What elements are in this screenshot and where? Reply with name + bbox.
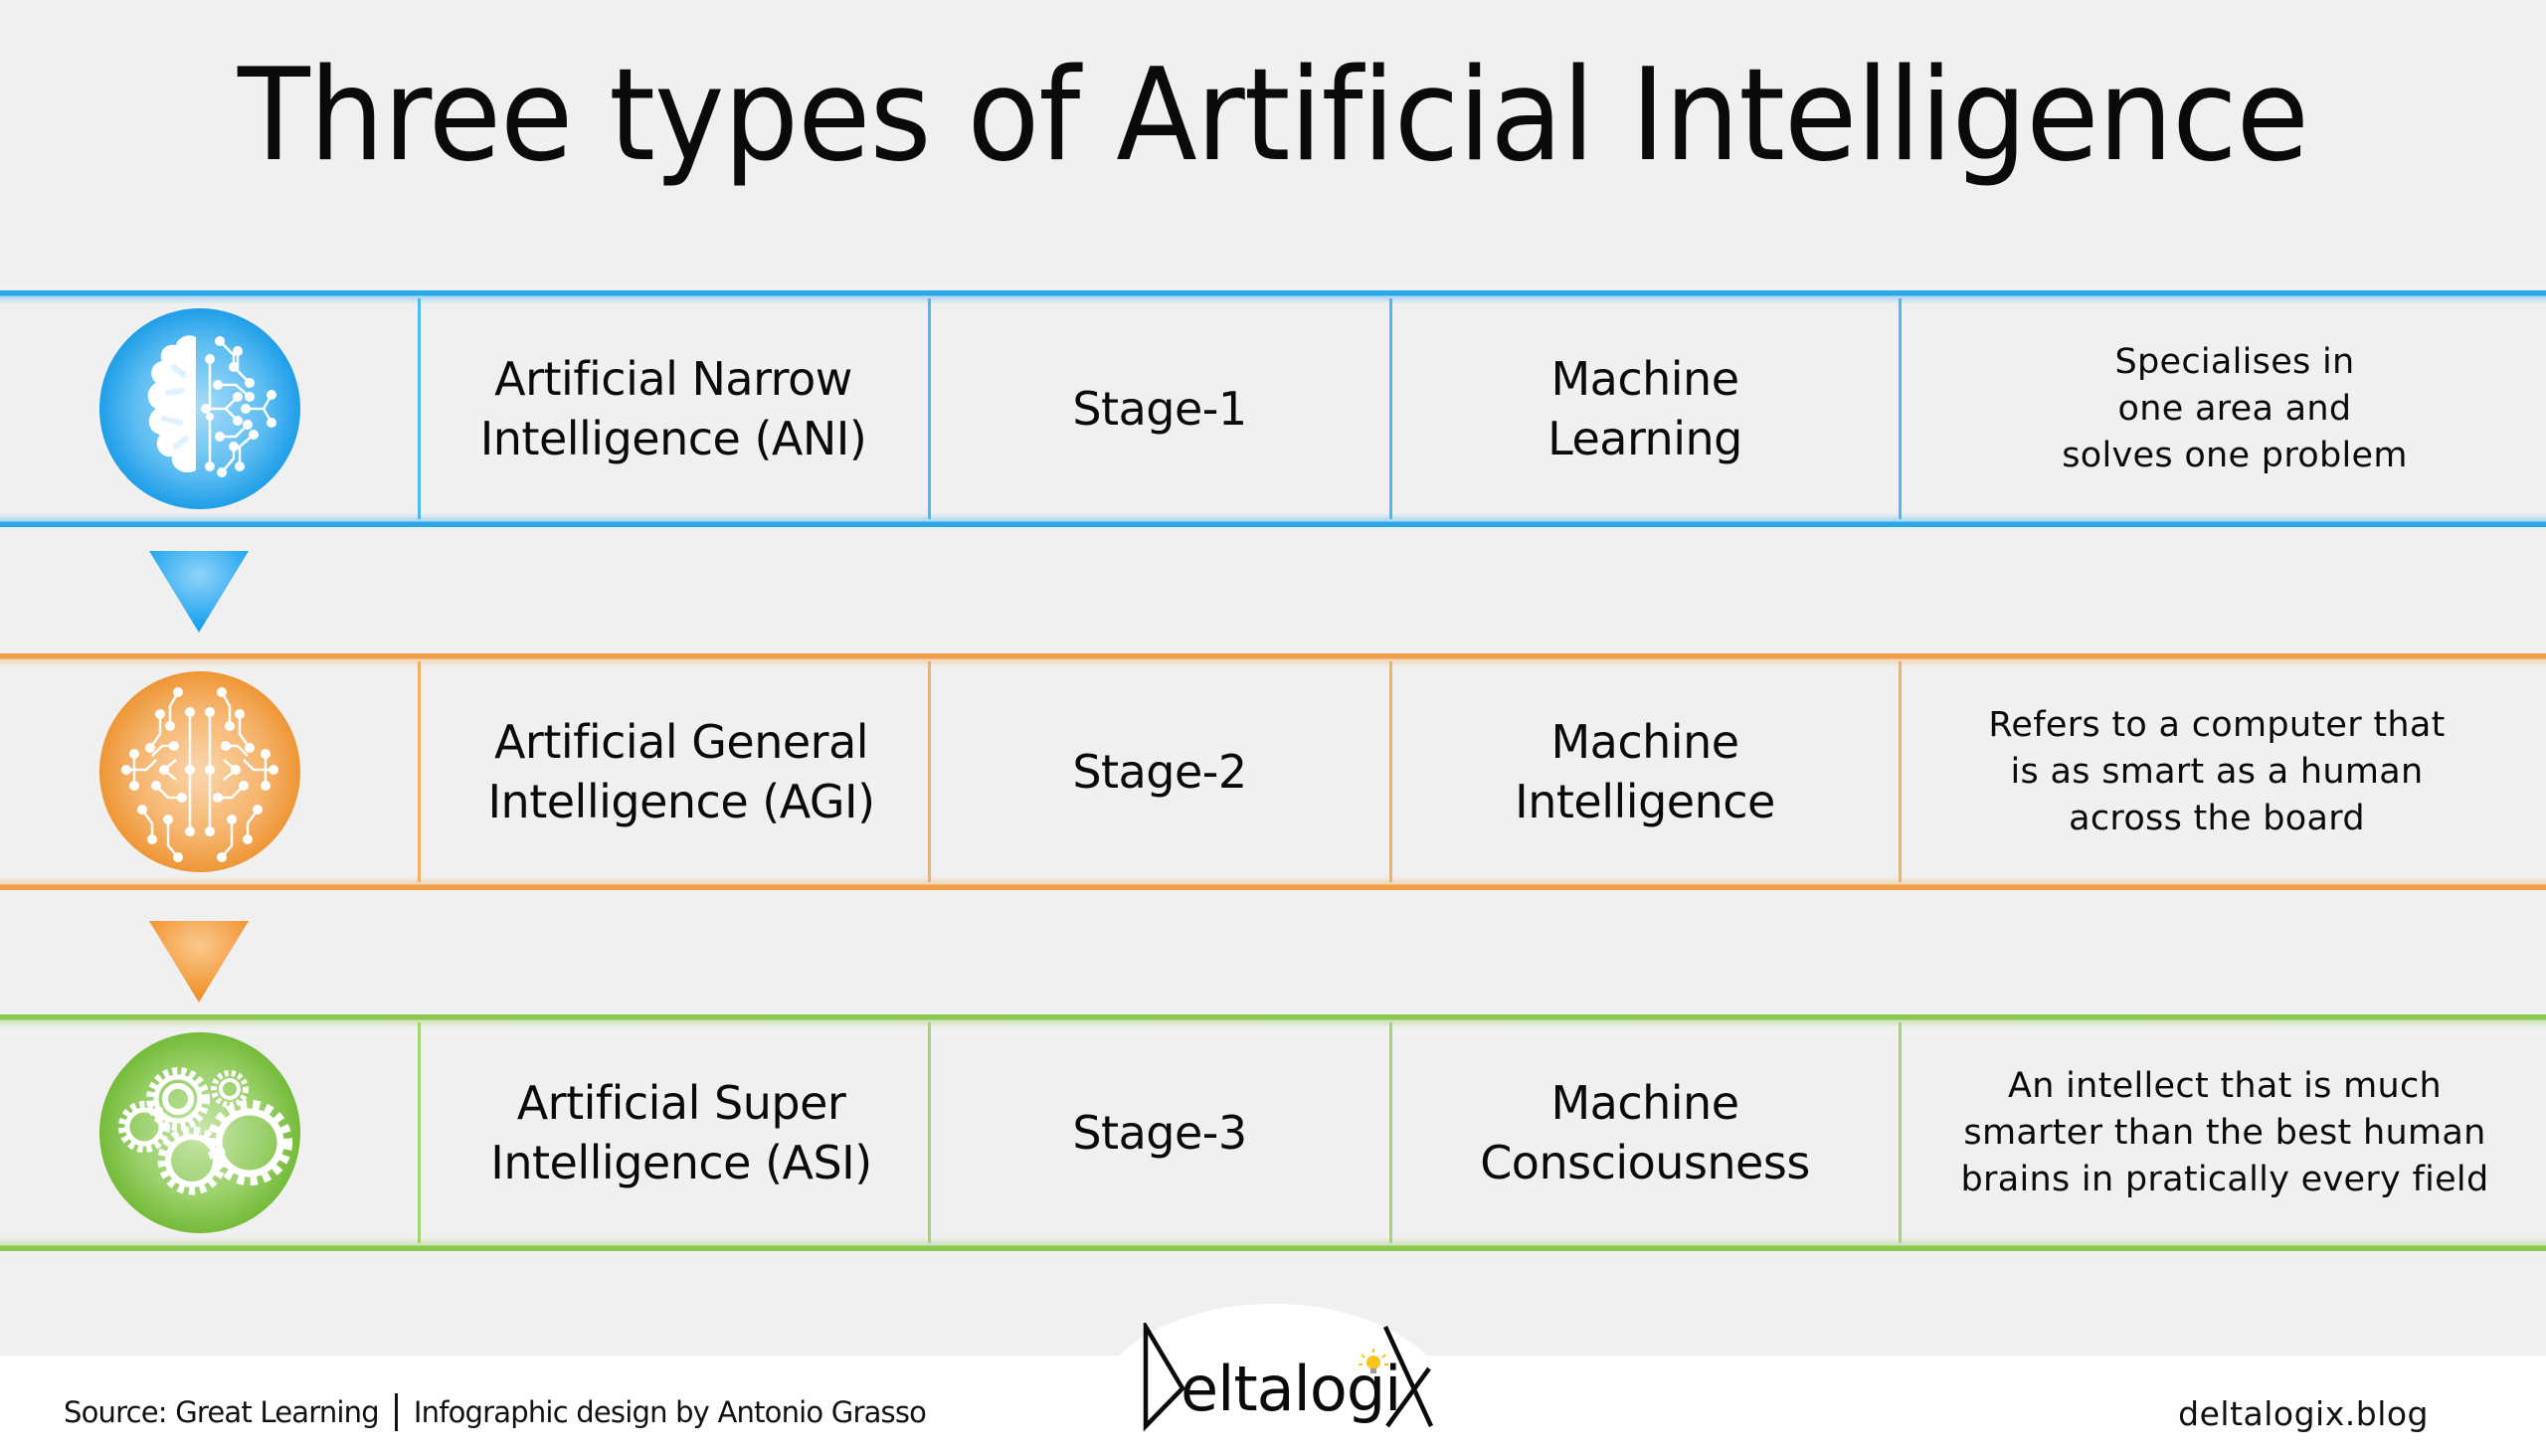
description-cell: An intellect that is much smarter than t… (1902, 1014, 2546, 1251)
ai-type-name: Artificial Super Intelligence (ASI) (490, 1076, 872, 1189)
ai-type-row-agi: Artificial General Intelligence (AGI) St… (0, 653, 2546, 890)
brain-circuit-icon (99, 308, 300, 509)
category-label: Machine Consciousness (1480, 1076, 1810, 1189)
description-text: An intellect that is much smarter than t… (1960, 1065, 2489, 1199)
ai-type-name-cell: Artificial Super Intelligence (ASI) (419, 1014, 944, 1251)
ai-type-name: Artificial Narrow Intelligence (ANI) (479, 352, 867, 465)
description-cell: Specialises in one area and solves one p… (1902, 290, 2546, 527)
footer-credits: Source: Great Learning Infographic desig… (64, 1392, 927, 1432)
category-cell: Machine Intelligence (1391, 653, 1899, 890)
deltalogix-logo: Deltalogix eltalogi (1143, 1323, 1434, 1432)
stage-cell: Stage-2 (929, 653, 1390, 890)
description-text: Refers to a computer that is as smart as… (1988, 704, 2446, 838)
page-title: Three types of Artificial Intelligence (238, 42, 2309, 190)
down-triangle-icon (149, 551, 249, 633)
category-label: Machine Learning (1547, 352, 1742, 465)
website-link[interactable]: deltalogix.blog (2178, 1392, 2429, 1436)
ai-type-name-cell: Artificial General Intelligence (AGI) (419, 653, 944, 890)
ai-type-row-ani: Artificial Narrow Intelligence (ANI) Sta… (0, 290, 2546, 527)
ai-type-name: Artificial General Intelligence (AGI) (487, 715, 875, 828)
category-cell: Machine Learning (1391, 290, 1899, 527)
stage-cell: Stage-3 (929, 1014, 1390, 1251)
down-triangle-icon (149, 921, 249, 1002)
ai-type-name-cell: Artificial Narrow Intelligence (ANI) (419, 290, 928, 527)
description-cell: Refers to a computer that is as smart as… (1902, 653, 2546, 890)
source-text: Source: Great Learning (64, 1395, 380, 1429)
stage-cell: Stage-1 (929, 290, 1390, 527)
footer-separator (394, 1393, 398, 1431)
stage-label: Stage-2 (1072, 745, 1247, 799)
category-label: Machine Intelligence (1515, 715, 1775, 828)
stage-label: Stage-1 (1072, 382, 1247, 436)
ai-type-row-asi: Artificial Super Intelligence (ASI) Stag… (0, 1014, 2546, 1251)
stage-label: Stage-3 (1072, 1106, 1247, 1160)
circuit-brain-icon (99, 671, 300, 872)
credit-text: Infographic design by Antonio Grasso (413, 1395, 927, 1429)
gears-icon (99, 1032, 300, 1233)
category-cell: Machine Consciousness (1391, 1014, 1899, 1251)
description-text: Specialises in one area and solves one p… (2062, 341, 2408, 475)
